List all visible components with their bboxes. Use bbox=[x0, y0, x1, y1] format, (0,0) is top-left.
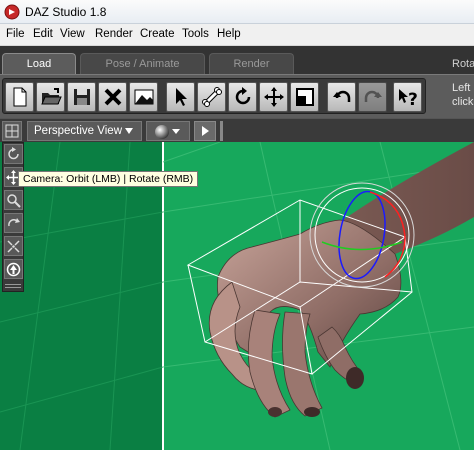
svg-text:?: ? bbox=[408, 90, 418, 108]
roll-icon bbox=[8, 217, 20, 226]
help-text-line: Left bbox=[452, 82, 471, 94]
menu-render[interactable]: Render bbox=[95, 28, 133, 40]
menu-view[interactable]: View bbox=[60, 28, 85, 40]
tab-partial-label[interactable]: Rota bbox=[452, 58, 474, 70]
menu-help[interactable]: Help bbox=[217, 28, 241, 40]
menu-create[interactable]: Create bbox=[140, 28, 175, 40]
redo-icon bbox=[364, 90, 382, 102]
delete-icon bbox=[104, 88, 121, 106]
render-image-icon bbox=[134, 89, 153, 105]
viewport-header: Perspective View bbox=[0, 118, 474, 142]
chevron-down-icon bbox=[125, 128, 133, 134]
scale-icon bbox=[295, 88, 314, 106]
help-question-icon: ? bbox=[398, 89, 418, 108]
bone-icon bbox=[201, 87, 222, 107]
frame-icon bbox=[7, 239, 20, 253]
view-select-value: Perspective View bbox=[34, 125, 122, 137]
camera-roll-button[interactable] bbox=[4, 213, 23, 233]
menu-bar: File Edit View Render Create Tools Help bbox=[0, 24, 474, 46]
window-title: DAZ Studio 1.8 bbox=[25, 5, 107, 19]
save-icon bbox=[73, 89, 90, 105]
new-document-button[interactable] bbox=[5, 82, 34, 112]
title-bar: DAZ Studio 1.8 bbox=[0, 0, 474, 24]
menu-tools[interactable]: Tools bbox=[182, 28, 209, 40]
play-arrow-icon bbox=[202, 126, 209, 136]
help-text: Left click bbox=[452, 81, 473, 109]
rotate-icon bbox=[235, 87, 250, 105]
tab-pose-animate[interactable]: Pose / Animate bbox=[80, 53, 205, 74]
help-text-line: click bbox=[452, 96, 474, 108]
grid-icon bbox=[5, 124, 19, 138]
header-separator bbox=[220, 121, 223, 141]
select-button[interactable] bbox=[166, 82, 195, 112]
undo-icon bbox=[332, 90, 350, 102]
floor-panel bbox=[0, 142, 163, 450]
context-help-button[interactable]: ? bbox=[393, 82, 422, 112]
viewport-layout-button[interactable] bbox=[2, 121, 22, 141]
open-button[interactable] bbox=[36, 82, 65, 112]
camera-zoom-button[interactable] bbox=[4, 190, 23, 210]
scene-canvas[interactable] bbox=[0, 142, 474, 450]
camera-nav-toolbar bbox=[2, 142, 24, 292]
orbit-icon bbox=[8, 146, 19, 159]
workspace-tab-strip: Load Pose / Animate Render Rota bbox=[0, 46, 474, 74]
main-toolbar: ? Left click bbox=[0, 74, 474, 118]
shaded-sphere-icon bbox=[155, 125, 180, 139]
view-select-dropdown[interactable]: Perspective View bbox=[27, 121, 142, 141]
app-icon bbox=[4, 4, 20, 20]
render-image-button[interactable] bbox=[129, 82, 158, 112]
undo-button[interactable] bbox=[327, 82, 356, 112]
save-button[interactable] bbox=[67, 82, 96, 112]
menu-file[interactable]: File bbox=[6, 28, 25, 40]
translate-icon bbox=[263, 87, 284, 107]
fingernail bbox=[346, 367, 364, 389]
redo-button[interactable] bbox=[358, 82, 387, 112]
viewport-menu-button[interactable] bbox=[194, 121, 216, 141]
delete-button[interactable] bbox=[98, 82, 127, 112]
menu-edit[interactable]: Edit bbox=[33, 28, 53, 40]
new-document-icon bbox=[13, 87, 26, 107]
open-folder-icon bbox=[40, 88, 62, 105]
toolbar-grip[interactable] bbox=[5, 284, 21, 288]
tab-load[interactable]: Load bbox=[2, 53, 76, 74]
tool-group: ? bbox=[2, 78, 426, 114]
fingernail bbox=[304, 407, 320, 417]
camera-orbit-button[interactable] bbox=[4, 144, 23, 164]
camera-frame-button[interactable] bbox=[4, 236, 23, 256]
translate-button[interactable] bbox=[259, 82, 288, 112]
draw-style-button[interactable] bbox=[146, 121, 190, 141]
zoom-icon bbox=[7, 193, 21, 208]
tab-render[interactable]: Render bbox=[209, 53, 294, 74]
home-icon bbox=[6, 262, 21, 276]
3d-viewport[interactable] bbox=[0, 142, 474, 450]
select-arrow-icon bbox=[175, 88, 187, 106]
rotate-button[interactable] bbox=[228, 82, 257, 112]
bone-tool-button[interactable] bbox=[197, 82, 226, 112]
fingernail bbox=[268, 407, 282, 417]
camera-tooltip: Camera: Orbit (LMB) | Rotate (RMB) bbox=[18, 171, 199, 187]
scale-button[interactable] bbox=[290, 82, 319, 112]
camera-home-button[interactable] bbox=[4, 259, 23, 279]
